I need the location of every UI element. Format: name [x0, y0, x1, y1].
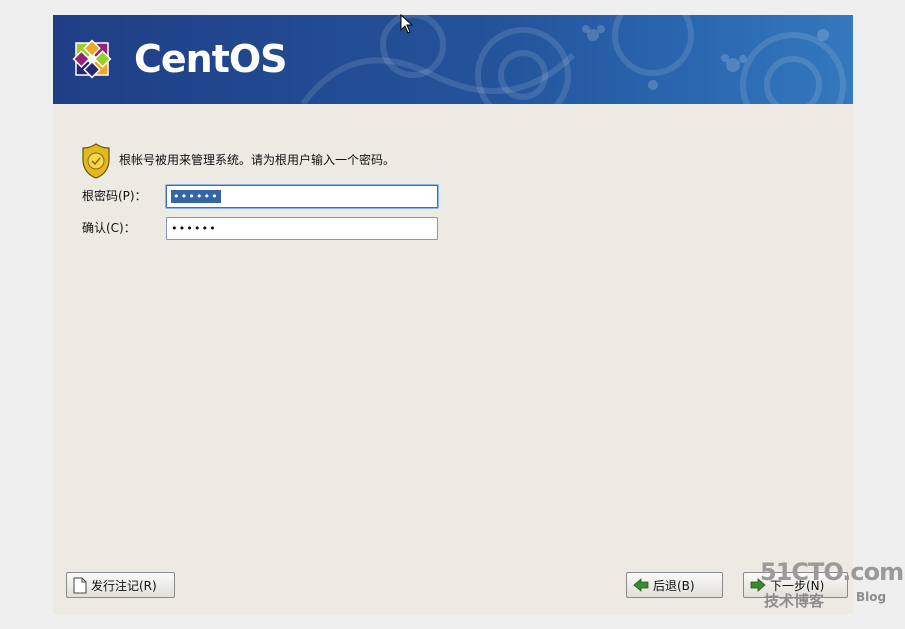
confirm-password-label: 确认(C)：	[82, 221, 136, 235]
root-password-value: ••••••	[171, 190, 221, 203]
watermark-blog: Blog	[856, 590, 887, 604]
watermark-domain: 51CTO.com	[760, 558, 904, 586]
installer-window: CentOS 根帐号被用来管理系统。请为根用户输入一个密码。 根密码(P)： •…	[53, 15, 853, 614]
document-icon	[73, 577, 87, 594]
back-label: 后退(B)	[653, 578, 695, 593]
watermark-subtitle: 技术博客	[764, 592, 825, 610]
info-message: 根帐号被用来管理系统。请为根用户输入一个密码。	[119, 153, 396, 167]
root-password-label: 根密码(P)：	[82, 189, 147, 203]
centos-logo-text: CentOS	[134, 37, 288, 81]
release-notes-button[interactable]: 发行注记(R)	[66, 572, 175, 598]
back-button[interactable]: 后退(B)	[626, 572, 723, 598]
arrow-left-icon	[633, 578, 649, 592]
confirm-password-value: ••••••	[171, 222, 217, 235]
mouse-cursor-icon	[400, 14, 414, 34]
centos-banner: CentOS	[53, 15, 853, 104]
site-watermark: 51CTO.com 技术博客 Blog	[760, 558, 904, 614]
release-notes-label: 发行注记(R)	[91, 578, 157, 593]
security-badge-icon	[82, 143, 110, 179]
confirm-password-field[interactable]: ••••••	[166, 217, 438, 240]
centos-logo-icon	[72, 39, 112, 79]
root-password-field[interactable]: ••••••	[166, 185, 438, 208]
